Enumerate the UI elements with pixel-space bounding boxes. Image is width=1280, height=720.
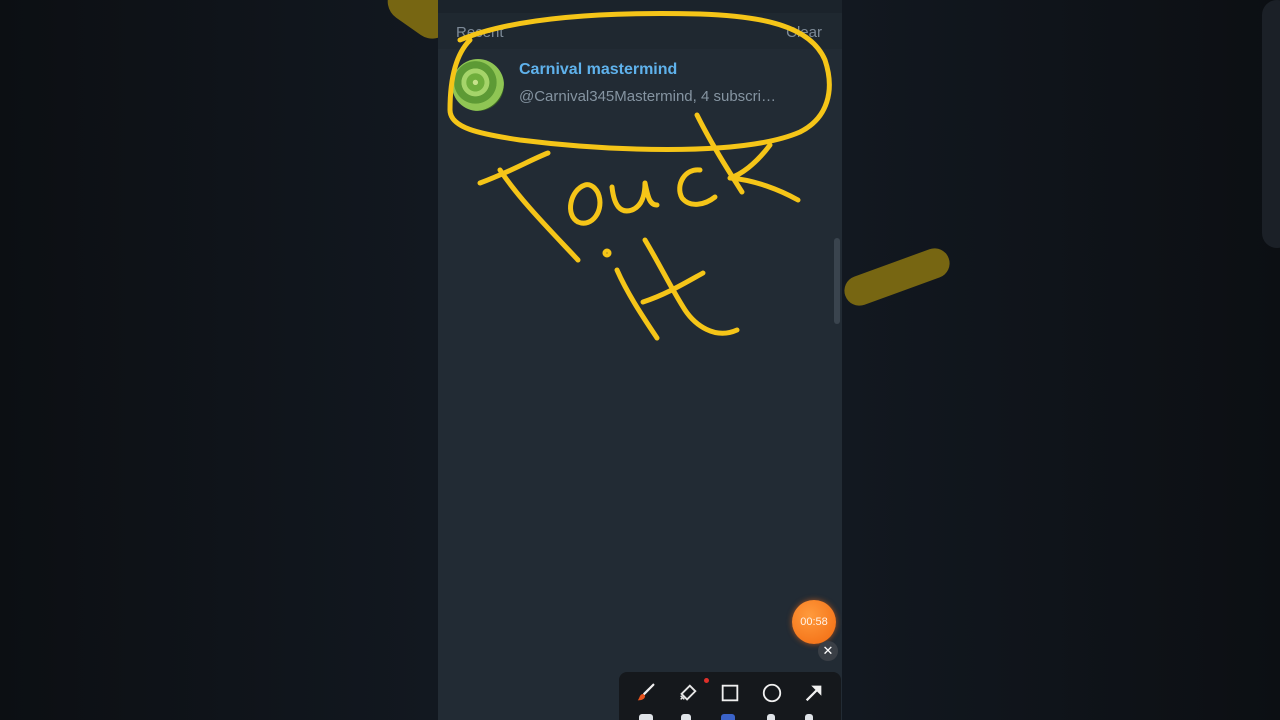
blurred-background-right	[842, 0, 1280, 720]
toolbar-row2-item[interactable]	[805, 714, 813, 720]
channel-title: Carnival mastermind	[519, 61, 678, 78]
active-tool-dot	[704, 678, 709, 683]
recent-header: Recent Clear	[438, 13, 842, 49]
blurred-background-left	[0, 0, 438, 720]
toolbar-row2-item[interactable]	[721, 714, 735, 720]
search-result-row[interactable]: Carnival mastermind @Carnival345Mastermi…	[438, 49, 842, 119]
close-icon[interactable]: ✕	[818, 641, 838, 661]
search-bar-edge	[438, 0, 842, 13]
circle-icon[interactable]	[759, 680, 785, 706]
recent-label: Recent	[456, 24, 504, 41]
scrollbar-thumb[interactable]	[834, 238, 840, 324]
channel-avatar	[452, 59, 504, 111]
toolbar-row2-item[interactable]	[681, 714, 691, 720]
toolbar-row2-item[interactable]	[639, 714, 653, 720]
brush-icon[interactable]	[633, 680, 659, 706]
arrow-icon[interactable]	[801, 680, 827, 706]
drawing-toolbar	[619, 672, 841, 720]
channel-subtitle: @Carnival345Mastermind, 4 subscri…	[519, 88, 776, 105]
recording-timer-button[interactable]: 00:58	[792, 600, 836, 644]
rectangle-icon[interactable]	[717, 680, 743, 706]
eraser-icon[interactable]	[675, 680, 701, 706]
blurred-card-edge	[1262, 0, 1280, 248]
clear-button[interactable]: Clear	[786, 24, 822, 41]
toolbar-row2-item[interactable]	[767, 714, 775, 720]
telegram-search-screen: Recent Clear Carnival mastermind @Carniv…	[438, 0, 842, 720]
